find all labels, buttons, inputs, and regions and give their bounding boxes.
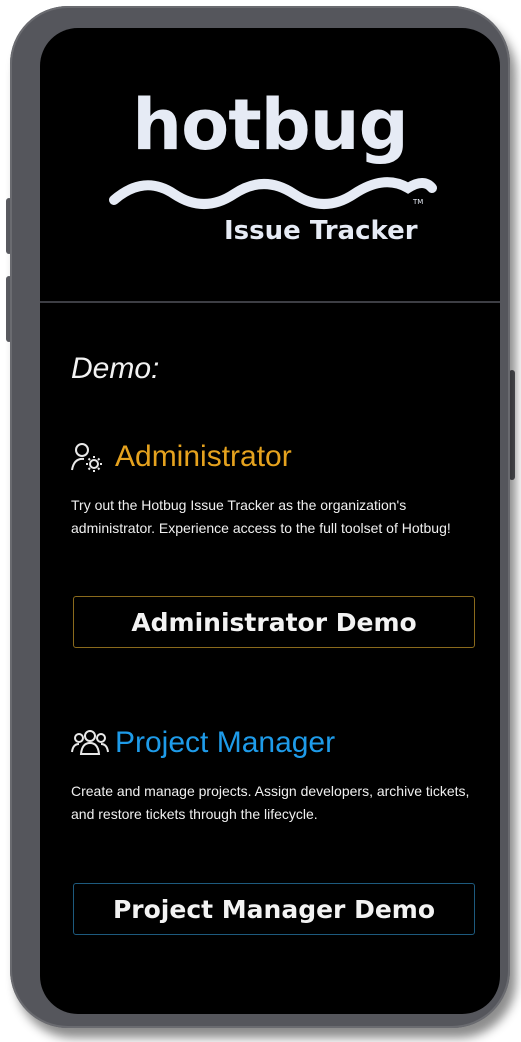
logo-wordmark: hotbug [132,84,408,166]
users-group-icon [71,730,109,755]
phone-frame: hotbug TM Issue Tracker Demo: Administra… [10,6,510,1028]
user-gear-icon [71,443,102,472]
administrator-demo-button[interactable]: Administrator Demo [73,596,475,648]
logo-subtitle: Issue Tracker [224,216,418,246]
role-description: Try out the Hotbug Issue Tracker as the … [71,497,451,536]
role-title: Project Manager [115,726,336,759]
role-title: Administrator [115,440,292,473]
header-divider [40,301,500,303]
project-manager-demo-button[interactable]: Project Manager Demo [73,883,475,935]
wave-icon [109,177,437,209]
role-description: Create and manage projects. Assign devel… [71,783,470,822]
role-header: Project Manager [71,726,471,760]
phone-screen: hotbug TM Issue Tracker Demo: Administra… [40,28,500,1014]
role-administrator: Administrator Try out the Hotbug Issue T… [71,440,471,540]
role-project-manager: Project Manager Create and manage projec… [71,726,471,826]
role-header: Administrator [71,440,471,474]
logo-trademark: TM [413,198,424,206]
hotbug-logo: hotbug TM Issue Tracker [40,28,500,303]
demo-heading: Demo: [71,352,160,385]
